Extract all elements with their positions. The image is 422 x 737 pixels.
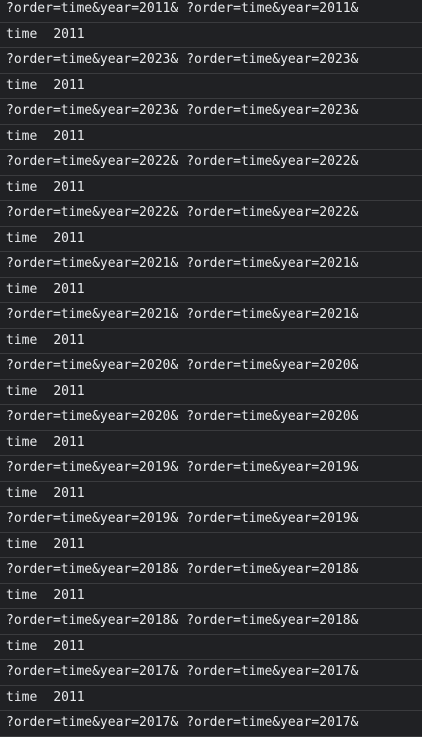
console-message-log: time 2011 xyxy=(0,125,422,150)
console-arg-2: ?order=time&year=2019& xyxy=(186,460,359,475)
console-arg-2: 2011 xyxy=(53,26,85,42)
console-arg-2: ?order=time&year=2017& xyxy=(186,715,359,730)
console-arg-1: time xyxy=(6,689,38,705)
console-arg-1: ?order=time&year=2018& xyxy=(6,562,179,577)
console-arg-2: ?order=time&year=2022& xyxy=(186,205,359,220)
console-arg-2: 2011 xyxy=(53,332,85,348)
console-arg-1: time xyxy=(6,383,38,399)
console-arg-2: 2011 xyxy=(53,383,85,399)
console-arg-1: ?order=time&year=2017& xyxy=(6,715,179,730)
console-message-log: time 2011 xyxy=(0,329,422,354)
console-arg-2: ?order=time&year=2021& xyxy=(186,307,359,322)
console-arg-2: ?order=time&year=2022& xyxy=(186,154,359,169)
console-message-log: time 2011 xyxy=(0,23,422,48)
console-message-url: ?order=time&year=2019& ?order=time&year=2… xyxy=(0,507,422,533)
console-arg-2: 2011 xyxy=(53,179,85,195)
console-message-url: ?order=time&year=2017& ?order=time&year=2… xyxy=(0,660,422,686)
console-arg-1: time xyxy=(6,536,38,552)
console-arg-2: ?order=time&year=2018& xyxy=(186,613,359,628)
console-message-log: time 2011 xyxy=(0,176,422,201)
console-arg-2: ?order=time&year=2020& xyxy=(186,409,359,424)
console-message-url: ?order=time&year=2022& ?order=time&year=2… xyxy=(0,201,422,227)
console-arg-1: ?order=time&year=2019& xyxy=(6,511,179,526)
console-arg-2: ?order=time&year=2018& xyxy=(186,562,359,577)
console-arg-1: time xyxy=(6,587,38,603)
console-arg-2: ?order=time&year=2023& xyxy=(186,52,359,67)
console-message-log: time 2011 xyxy=(0,635,422,660)
console-message-url: ?order=time&year=2017& ?order=time&year=2… xyxy=(0,711,422,737)
console-arg-1: time xyxy=(6,179,38,195)
console-arg-2: 2011 xyxy=(53,587,85,603)
console-arg-1: time xyxy=(6,230,38,246)
console-arg-2: ?order=time&year=2019& xyxy=(186,511,359,526)
console-message-log: time 2011 xyxy=(0,74,422,99)
console-message-log: time 2011 xyxy=(0,227,422,252)
console-message-url: ?order=time&year=2021& ?order=time&year=2… xyxy=(0,303,422,329)
console-arg-2: ?order=time&year=2017& xyxy=(186,664,359,679)
console-message-log: time 2011 xyxy=(0,380,422,405)
console-message-log: time 2011 xyxy=(0,584,422,609)
console-arg-2: ?order=time&year=2020& xyxy=(186,358,359,373)
console-arg-1: ?order=time&year=2011& xyxy=(6,1,179,16)
console-message-url: ?order=time&year=2019& ?order=time&year=2… xyxy=(0,456,422,482)
console-arg-2: 2011 xyxy=(53,77,85,93)
console-arg-1: ?order=time&year=2021& xyxy=(6,307,179,322)
console-arg-2: 2011 xyxy=(53,128,85,144)
console-message-url: ?order=time&year=2021& ?order=time&year=2… xyxy=(0,252,422,278)
console-message-log: time 2011 xyxy=(0,533,422,558)
console-arg-1: ?order=time&year=2017& xyxy=(6,664,179,679)
console-arg-1: time xyxy=(6,434,38,450)
console-arg-1: ?order=time&year=2019& xyxy=(6,460,179,475)
console-message-url: ?order=time&year=2011& ?order=time&year=2… xyxy=(0,0,422,23)
console-arg-1: ?order=time&year=2021& xyxy=(6,256,179,271)
console-message-url: ?order=time&year=2023& ?order=time&year=2… xyxy=(0,48,422,74)
console-message-url: ?order=time&year=2018& ?order=time&year=2… xyxy=(0,558,422,584)
console-arg-2: 2011 xyxy=(53,689,85,705)
console-message-url: ?order=time&year=2023& ?order=time&year=2… xyxy=(0,99,422,125)
console-message-url: ?order=time&year=2020& ?order=time&year=2… xyxy=(0,405,422,431)
console-arg-2: ?order=time&year=2021& xyxy=(186,256,359,271)
console-arg-2: 2011 xyxy=(53,230,85,246)
console-arg-1: time xyxy=(6,638,38,654)
console-arg-1: ?order=time&year=2022& xyxy=(6,154,179,169)
console-message-log: time 2011 xyxy=(0,686,422,711)
console-arg-2: 2011 xyxy=(53,485,85,501)
console-arg-1: time xyxy=(6,77,38,93)
console-arg-1: time xyxy=(6,26,38,42)
console-arg-1: time xyxy=(6,485,38,501)
console-message-url: ?order=time&year=2020& ?order=time&year=2… xyxy=(0,354,422,380)
console-arg-1: ?order=time&year=2023& xyxy=(6,103,179,118)
console-message-url: ?order=time&year=2022& ?order=time&year=2… xyxy=(0,150,422,176)
console-arg-2: 2011 xyxy=(53,536,85,552)
console-arg-1: ?order=time&year=2022& xyxy=(6,205,179,220)
console-message-url: ?order=time&year=2018& ?order=time&year=2… xyxy=(0,609,422,635)
console-arg-1: time xyxy=(6,332,38,348)
console-arg-1: time xyxy=(6,281,38,297)
console-arg-1: ?order=time&year=2020& xyxy=(6,409,179,424)
console-arg-2: 2011 xyxy=(53,434,85,450)
console-arg-1: ?order=time&year=2023& xyxy=(6,52,179,67)
console-arg-1: ?order=time&year=2018& xyxy=(6,613,179,628)
console-output: ?order=time&year=2011& ?order=time&year=2… xyxy=(0,0,422,737)
console-message-log: time 2011 xyxy=(0,278,422,303)
console-arg-1: time xyxy=(6,128,38,144)
console-message-log: time 2011 xyxy=(0,431,422,456)
console-arg-2: ?order=time&year=2023& xyxy=(186,103,359,118)
console-message-log: time 2011 xyxy=(0,482,422,507)
console-arg-1: ?order=time&year=2020& xyxy=(6,358,179,373)
console-arg-2: 2011 xyxy=(53,281,85,297)
console-arg-2: ?order=time&year=2011& xyxy=(186,1,359,16)
console-arg-2: 2011 xyxy=(53,638,85,654)
